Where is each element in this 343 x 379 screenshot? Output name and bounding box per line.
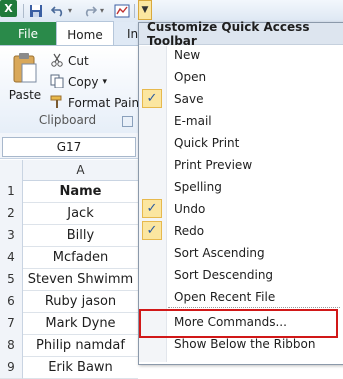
- sheet-cell[interactable]: Ruby jason: [23, 290, 138, 313]
- cut-button[interactable]: Cut: [50, 52, 89, 70]
- paste-label: Paste: [8, 88, 42, 102]
- redo-icon[interactable]: [82, 2, 98, 19]
- row-header[interactable]: 1: [0, 180, 23, 203]
- menu-item-spelling[interactable]: Spelling: [139, 176, 343, 198]
- row-header[interactable]: 2: [0, 202, 23, 225]
- sheet-cell[interactable]: Philip namdaf: [23, 334, 138, 357]
- format-painter-button[interactable]: Format Painte: [50, 94, 151, 112]
- menu-item-label: Redo: [174, 224, 205, 238]
- menu-title: Customize Quick Access Toolbar: [139, 20, 343, 48]
- undo-dropdown-icon[interactable]: ▾: [66, 2, 74, 19]
- clipboard-group-label: Clipboard: [38, 113, 97, 127]
- copy-icon: [50, 74, 64, 91]
- menu-separator: [168, 307, 340, 308]
- customize-toolbar-dropdown-button[interactable]: ▼: [138, 0, 152, 20]
- save-icon[interactable]: [28, 2, 44, 19]
- menu-item-quick-print[interactable]: Quick Print: [139, 132, 343, 154]
- paste-button[interactable]: Paste: [6, 50, 44, 114]
- menu-item-label: Open: [174, 70, 207, 84]
- menu-item-new[interactable]: New: [139, 44, 343, 66]
- menu-item-label: Open Recent File: [174, 290, 276, 304]
- column-header-a[interactable]: A: [23, 160, 138, 180]
- menu-item-open[interactable]: Open: [139, 66, 343, 88]
- sheet-cell[interactable]: Jack: [23, 202, 138, 225]
- menu-item-print-preview[interactable]: Print Preview: [139, 154, 343, 176]
- select-all-corner[interactable]: [0, 160, 23, 180]
- menu-item-redo[interactable]: ✓ Redo: [139, 220, 343, 242]
- cut-label: Cut: [68, 54, 89, 68]
- menu-item-label: Sort Ascending: [174, 246, 265, 260]
- menu-item-open-recent-file[interactable]: Open Recent File: [139, 286, 343, 308]
- sheet-cell[interactable]: Name: [23, 180, 138, 203]
- name-box[interactable]: G17: [2, 137, 136, 157]
- checkmark-icon: ✓: [142, 89, 162, 108]
- excel-app-icon[interactable]: X: [0, 0, 17, 17]
- row-header[interactable]: 7: [0, 312, 23, 335]
- annotation-highlight-box: [139, 309, 338, 338]
- undo-icon[interactable]: [50, 2, 66, 19]
- redo-dropdown-icon[interactable]: ▾: [98, 2, 106, 19]
- copy-dropdown-icon[interactable]: ▾: [102, 77, 107, 87]
- tab-insert[interactable]: In: [127, 22, 138, 45]
- menu-item-label: New: [174, 48, 201, 62]
- row-header[interactable]: 8: [0, 334, 23, 357]
- copy-label: Copy: [68, 75, 99, 89]
- custom-macro-icon[interactable]: [113, 2, 131, 19]
- menu-item-e-mail[interactable]: E-mail: [139, 110, 343, 132]
- menu-item-label: E-mail: [174, 114, 212, 128]
- sheet-cell[interactable]: Erik Bawn: [23, 356, 138, 379]
- menu-item-sort-ascending[interactable]: Sort Ascending: [139, 242, 343, 264]
- scissors-icon: [50, 53, 64, 70]
- toolbar-separator: [134, 4, 135, 18]
- row-header[interactable]: 6: [0, 290, 23, 313]
- tab-home[interactable]: Home: [56, 21, 114, 47]
- sheet-cell[interactable]: Mark Dyne: [23, 312, 138, 335]
- checkmark-icon: ✓: [142, 199, 162, 218]
- sheet-cell[interactable]: Billy: [23, 224, 138, 247]
- tab-file[interactable]: File: [0, 22, 56, 45]
- sheet-cell[interactable]: Mcfaden: [23, 246, 138, 269]
- row-header[interactable]: 5: [0, 268, 23, 291]
- menu-item-label: Quick Print: [174, 136, 240, 150]
- menu-item-label: Print Preview: [174, 158, 253, 172]
- checkmark-icon: ✓: [142, 221, 162, 240]
- menu-item-label: Spelling: [174, 180, 222, 194]
- menu-item-sort-descending[interactable]: Sort Descending: [139, 264, 343, 286]
- menu-item-label: Undo: [174, 202, 206, 216]
- paste-icon: [12, 52, 38, 84]
- menu-item-save[interactable]: ✓ Save: [139, 88, 343, 110]
- paintbrush-icon: [50, 95, 64, 112]
- menu-item-label: Sort Descending: [174, 268, 274, 282]
- menu-item-undo[interactable]: ✓ Undo: [139, 198, 343, 220]
- menu-item-label: Save: [174, 92, 204, 106]
- row-header[interactable]: 3: [0, 224, 23, 247]
- clipboard-dialog-launcher-icon[interactable]: [122, 116, 133, 127]
- row-header[interactable]: 4: [0, 246, 23, 269]
- sheet-cell[interactable]: Steven Shwimm: [23, 268, 138, 291]
- copy-button[interactable]: Copy ▾: [50, 73, 107, 91]
- row-header[interactable]: 9: [0, 356, 23, 379]
- toolbar-separator: [23, 4, 24, 18]
